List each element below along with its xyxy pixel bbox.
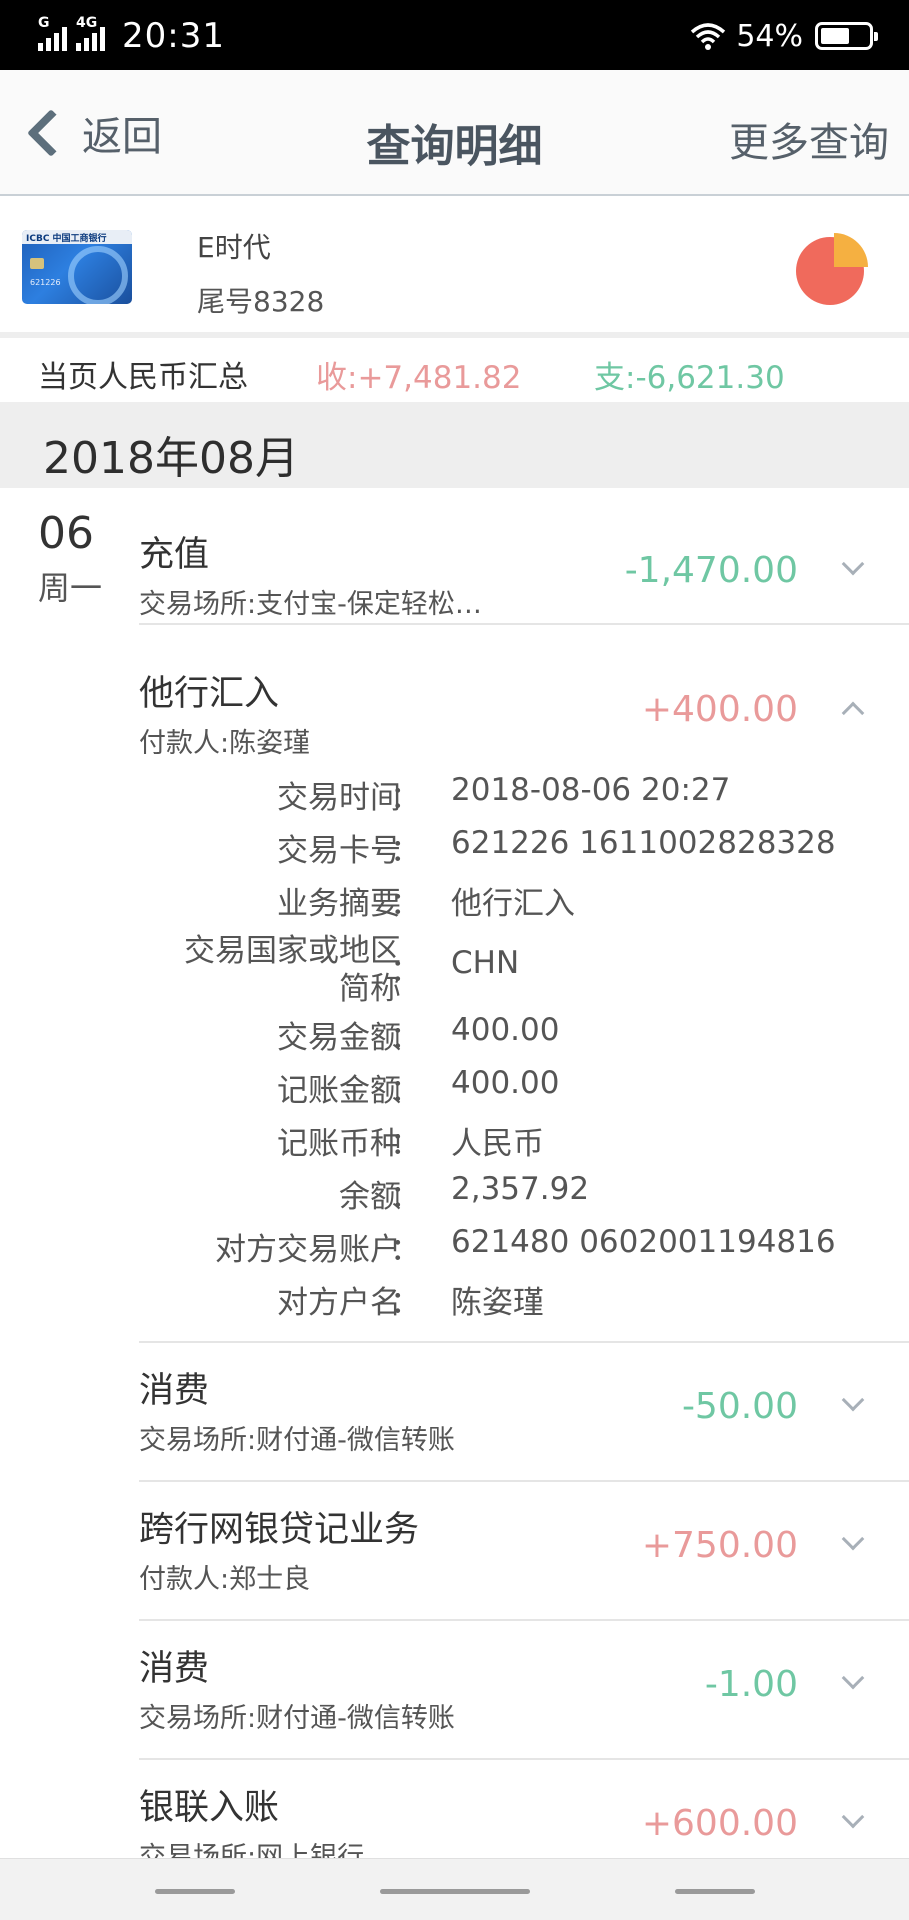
battery-icon [815, 22, 878, 50]
detail-value: 400.00 [451, 1012, 560, 1048]
card-logo-text: ICBC 中国工商银行 [26, 234, 107, 244]
transaction-amount: -1,470.00 [624, 550, 798, 591]
detail-colon: ： [390, 1232, 421, 1268]
chevron-up-icon[interactable] [841, 701, 865, 725]
recent-apps-button[interactable] [155, 1889, 235, 1894]
detail-colon: ： [390, 1126, 421, 1162]
transaction-amount: -1.00 [704, 1664, 798, 1705]
detail-value: 人民币 [451, 1126, 544, 1162]
card-name: E时代 [197, 231, 271, 264]
page-summary: 当页人民币汇总 收:+7,481.82 支:-6,621.30 [0, 338, 909, 402]
detail-colon: ： [390, 1285, 421, 1321]
chevron-down-icon[interactable] [841, 1388, 865, 1412]
back-button[interactable]: 返回 [18, 98, 162, 168]
detail-colon: ： [390, 953, 421, 989]
chevron-down-icon[interactable] [841, 1666, 865, 1690]
home-button[interactable] [380, 1889, 530, 1894]
detail-key: 记账金额 [277, 1073, 401, 1109]
detail-key: 记账币种 [277, 1126, 401, 1162]
transaction-subtitle: 交易场所:支付宝-保定轻松… [139, 589, 482, 620]
transaction-subtitle: 付款人:郑士良 [139, 1564, 311, 1595]
network-label: 4G [76, 15, 98, 31]
chevron-left-icon [26, 108, 76, 158]
transaction-title: 跨行网银贷记业务 [139, 1510, 420, 1550]
detail-colon: ： [390, 833, 421, 869]
transaction-row[interactable]: 跨行网银贷记业务 付款人:郑士良 +750.00 [139, 1481, 909, 1620]
detail-value: 陈姿瑾 [451, 1285, 544, 1321]
detail-key: 交易时间 [277, 780, 401, 816]
bank-card-image: ICBC 中国工商银行 621226 [22, 230, 132, 304]
chevron-down-icon[interactable] [841, 552, 865, 576]
detail-key: 对方户名 [277, 1285, 401, 1321]
transaction-row[interactable]: 消费 交易场所:财付通-微信转账 -1.00 [139, 1620, 909, 1759]
day-label: 06 周一 [38, 508, 128, 609]
status-bar: G 4G 20:31 54% [0, 0, 909, 70]
transaction-subtitle: 交易场所:财付通-微信转账 [139, 1425, 455, 1456]
summary-income: 收:+7,481.82 [316, 360, 522, 396]
detail-value: CHN [451, 945, 520, 981]
detail-value: 2018-08-06 20:27 [451, 772, 731, 808]
battery-percent: 54% [736, 18, 803, 54]
card-selector[interactable]: ICBC 中国工商银行 621226 E时代 尾号8328 [0, 196, 909, 338]
transaction-row-expanded[interactable]: 他行汇入 付款人:陈姿瑾 +400.00 [139, 645, 909, 784]
transaction-amount: +750.00 [641, 1525, 798, 1566]
bottom-nav-bar [0, 1858, 909, 1920]
transaction-title: 消费 [139, 1649, 210, 1689]
transaction-title: 他行汇入 [139, 674, 280, 714]
signal-4g-icon: 4G [76, 15, 108, 51]
chevron-down-icon[interactable] [841, 1527, 865, 1551]
detail-value: 621226 1611002828328 [451, 825, 836, 861]
back-label: 返回 [82, 114, 162, 160]
detail-colon: ： [390, 1020, 421, 1056]
transaction-amount: +400.00 [641, 689, 798, 730]
month-label: 2018年08月 [43, 433, 299, 484]
detail-value: 2,357.92 [451, 1171, 590, 1207]
transaction-subtitle: 交易场所:网上银行 [139, 1842, 365, 1858]
transaction-title: 充值 [139, 535, 210, 575]
nav-bar: 返回 查询明细 更多查询 [0, 70, 909, 196]
detail-key: 交易卡号 [277, 833, 401, 869]
signal-icon: G [38, 15, 70, 51]
more-query-button[interactable]: 更多查询 [729, 110, 889, 168]
transaction-title: 消费 [139, 1371, 210, 1411]
detail-value: 400.00 [451, 1065, 560, 1101]
card-tail-number: 尾号8328 [197, 285, 325, 318]
transaction-subtitle: 付款人:陈姿瑾 [139, 728, 311, 759]
transaction-row[interactable]: 消费 交易场所:财付通-微信转账 -50.00 [139, 1342, 909, 1481]
detail-colon: ： [390, 1073, 421, 1109]
detail-value: 621480 0602001194816 [451, 1224, 836, 1260]
status-right: 54% [690, 14, 878, 58]
transaction-amount: +600.00 [641, 1803, 798, 1844]
summary-expense: 支:-6,621.30 [594, 360, 785, 396]
detail-key: 对方交易账户 [215, 1232, 401, 1268]
summary-label: 当页人民币汇总 [38, 360, 248, 395]
transaction-title: 银联入账 [139, 1788, 280, 1828]
pie-chart-icon[interactable] [793, 230, 871, 308]
transaction-row[interactable]: 银联入账 交易场所:网上银行 +600.00 [139, 1759, 909, 1858]
wifi-icon [691, 23, 726, 50]
sim-label: G [38, 15, 50, 31]
month-header: 2018年08月 [0, 402, 909, 488]
detail-colon: ： [390, 886, 421, 922]
card-number-text: 621226 [30, 278, 61, 287]
status-left: G 4G 20:31 [38, 14, 225, 58]
day-number: 06 [38, 508, 94, 559]
day-weekday: 周一 [38, 569, 103, 607]
clock: 20:31 [122, 16, 225, 56]
back-gesture-button[interactable] [675, 1889, 755, 1894]
transaction-subtitle: 交易场所:财付通-微信转账 [139, 1703, 455, 1734]
detail-colon: ： [390, 780, 421, 816]
detail-colon: ： [390, 1179, 421, 1215]
detail-key: 业务摘要 [277, 886, 401, 922]
detail-key: 交易金额 [277, 1020, 401, 1056]
divider [139, 623, 909, 625]
transaction-amount: -50.00 [681, 1386, 798, 1427]
detail-value: 他行汇入 [451, 886, 575, 922]
chevron-down-icon[interactable] [841, 1805, 865, 1829]
